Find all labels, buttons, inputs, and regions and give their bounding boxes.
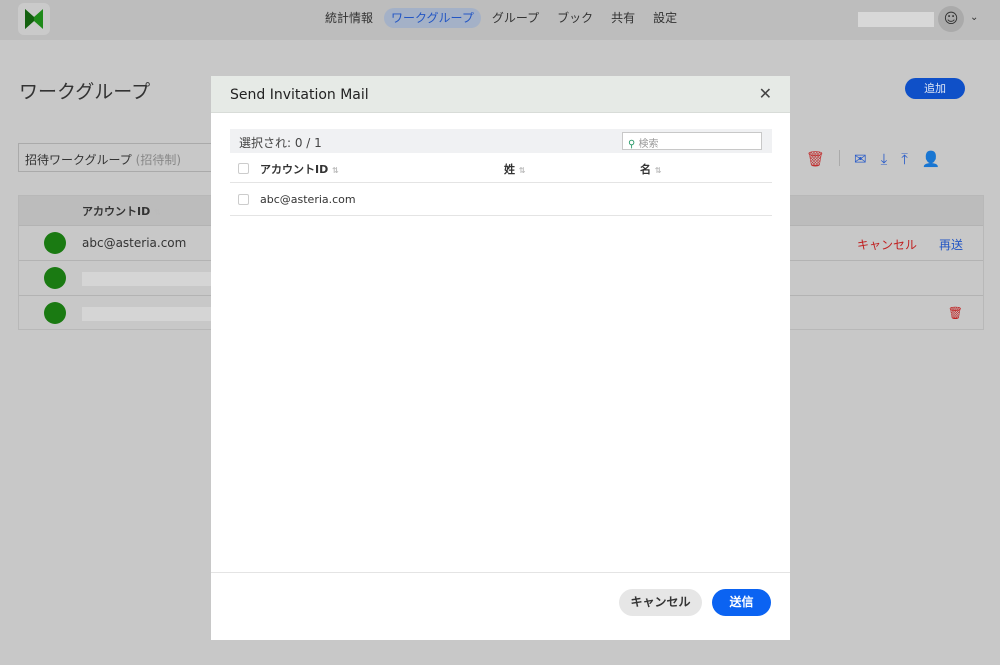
col-account-id[interactable]: アカウントID xyxy=(82,205,150,218)
close-icon[interactable]: ✕ xyxy=(759,84,772,103)
avatar xyxy=(44,232,66,254)
resend-link[interactable]: 再送 xyxy=(939,236,963,253)
main-nav: 統計情報 ワークグループ グループ ブック 共有 設定 xyxy=(318,8,684,28)
modal-table-header: アカウントID ⇅ 姓 ⇅ 名 ⇅ xyxy=(230,153,772,183)
trash-icon[interactable]: 🗑 xyxy=(948,306,963,320)
modal-toolbar: 選択され: 0 / 1 ⚲ 検索 xyxy=(230,129,772,153)
avatar xyxy=(44,267,66,289)
user-name-placeholder xyxy=(858,12,934,27)
workgroup-select[interactable]: 招待ワークグループ (招待制) xyxy=(18,143,218,172)
redacted-cell xyxy=(82,307,217,321)
chevron-down-icon[interactable]: ⌄ xyxy=(970,12,978,23)
invitation-modal: Send Invitation Mail ✕ 選択され: 0 / 1 ⚲ 検索 … xyxy=(211,76,790,640)
row-email: abc@asteria.com xyxy=(82,236,187,250)
search-icon: ⚲ xyxy=(628,139,636,150)
list-item: abc@asteria.com xyxy=(230,183,772,216)
search-input[interactable]: ⚲ 検索 xyxy=(622,132,762,150)
import-icon[interactable]: ⤓ xyxy=(881,150,888,168)
sort-icon[interactable]: ⇅ xyxy=(154,208,161,217)
trash-icon[interactable]: 🗑 xyxy=(806,150,825,168)
add-user-icon[interactable]: 👤 xyxy=(922,150,941,168)
col-first-name[interactable]: 名 ⇅ xyxy=(640,161,662,177)
nav-workgroups[interactable]: ワークグループ xyxy=(384,8,481,28)
nav-settings[interactable]: 設定 xyxy=(646,8,684,28)
nav-groups[interactable]: グループ xyxy=(485,8,546,28)
cancel-invite-link[interactable]: キャンセル xyxy=(857,236,917,253)
top-nav-bar: 統計情報 ワークグループ グループ ブック 共有 設定 ☺ ⌄ xyxy=(0,0,1000,40)
nav-share[interactable]: 共有 xyxy=(604,8,642,28)
modal-header: Send Invitation Mail ✕ xyxy=(211,76,790,113)
col-last-name[interactable]: 姓 ⇅ xyxy=(504,161,526,177)
modal-title: Send Invitation Mail xyxy=(230,87,369,103)
nav-stats[interactable]: 統計情報 xyxy=(318,8,380,28)
export-icon[interactable]: ⤒ xyxy=(901,150,908,168)
page-title: ワークグループ xyxy=(19,81,151,103)
mail-icon[interactable]: ✉ xyxy=(854,150,867,168)
select-sub: (招待制) xyxy=(135,153,182,167)
nav-books[interactable]: ブック xyxy=(550,8,600,28)
row-checkbox[interactable] xyxy=(238,194,249,205)
user-avatar-icon[interactable]: ☺ xyxy=(938,6,964,32)
col-account-id[interactable]: アカウントID ⇅ xyxy=(260,161,339,177)
divider xyxy=(839,150,841,166)
app-logo[interactable] xyxy=(18,3,50,35)
cancel-button[interactable]: キャンセル xyxy=(619,589,702,616)
toolbar: 🗑 ✉ ⤓ ⤒ 👤 xyxy=(806,150,941,168)
selected-count: 選択され: 0 / 1 xyxy=(239,136,322,150)
avatar xyxy=(44,302,66,324)
search-placeholder: 検索 xyxy=(638,139,659,150)
select-all-checkbox[interactable] xyxy=(238,163,249,174)
send-button[interactable]: 送信 xyxy=(712,589,771,616)
add-button[interactable]: 追加 xyxy=(905,78,965,99)
row-account: abc@asteria.com xyxy=(260,193,356,206)
redacted-cell xyxy=(82,272,217,286)
select-value: 招待ワークグループ xyxy=(25,153,132,167)
divider xyxy=(211,572,790,573)
